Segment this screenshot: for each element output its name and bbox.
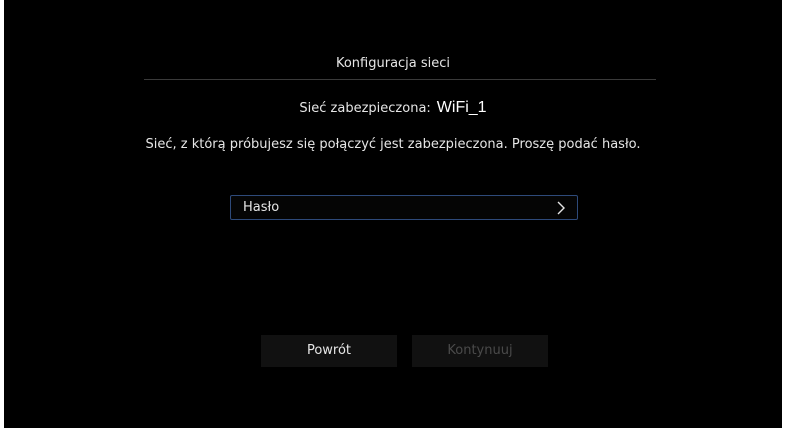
network-name: WiFi_1 xyxy=(436,99,487,116)
continue-button[interactable]: Kontynuuj xyxy=(412,335,548,367)
chevron-right-icon xyxy=(557,201,565,215)
back-button[interactable]: Powrót xyxy=(261,335,397,367)
password-input-label: Hasło xyxy=(243,200,280,215)
secured-network-row: Sieć zabezpieczona: WiFi_1 xyxy=(4,97,782,120)
title-divider xyxy=(144,79,656,80)
password-prompt-message: Sieć, z którą próbujesz się połączyć jes… xyxy=(145,137,641,152)
tv-screen: Konfiguracja sieci Sieć zabezpieczona: Wi… xyxy=(4,0,782,428)
dialog-title: Konfiguracja sieci xyxy=(335,56,451,71)
secured-network-label: Sieć zabezpieczona: xyxy=(299,101,431,116)
password-input[interactable]: Hasło xyxy=(230,195,578,220)
